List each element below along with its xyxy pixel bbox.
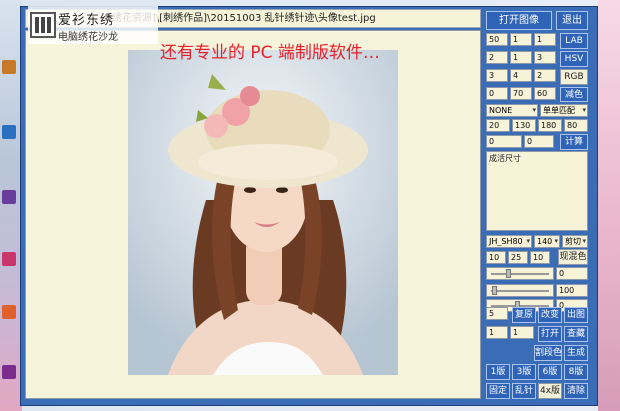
mixed-color-button[interactable]: 割段色	[534, 345, 562, 361]
portrait-photo	[128, 50, 398, 375]
grid-cell[interactable]: 0	[486, 87, 508, 100]
small-input-c[interactable]: 1	[510, 326, 534, 339]
desktop-left-strip	[0, 0, 22, 411]
logo-subtitle: 电脑绣花沙龙	[58, 32, 118, 43]
none-select-value: NONE	[489, 106, 513, 115]
zoom-button[interactable]: 4x版	[538, 383, 562, 399]
stitch-field[interactable]: 10	[486, 251, 506, 264]
desktop-app-icon[interactable]	[2, 190, 16, 204]
small-input-b[interactable]: 1	[486, 326, 508, 339]
grid-cell[interactable]: 1	[510, 51, 532, 64]
size-select[interactable]: 140 ▾	[534, 235, 560, 248]
desktop-app-icon[interactable]	[2, 305, 16, 319]
exit-button[interactable]: 退出	[556, 11, 588, 30]
font-select-value: JH_SH80	[489, 237, 523, 246]
grid-cell[interactable]: 2	[486, 51, 508, 64]
open-image-button[interactable]: 打开图像	[486, 11, 552, 30]
version-3-button[interactable]: 3版	[512, 364, 536, 380]
random-stitch-button[interactable]: 乱针	[512, 383, 536, 399]
open-button[interactable]: 打开	[538, 326, 562, 342]
chevron-down-icon: ▾	[582, 237, 586, 245]
grid-cell[interactable]: 2	[534, 69, 556, 82]
modify-button[interactable]: 改变	[538, 307, 562, 323]
mode-select[interactable]: 剪切 ▾	[562, 235, 588, 248]
slider-value[interactable]: 0	[556, 267, 588, 280]
save-button[interactable]: 查藏	[564, 326, 588, 342]
grid-cell[interactable]: 70	[510, 87, 532, 100]
hsv-button[interactable]: HSV	[560, 51, 588, 67]
logo-mark-icon	[30, 12, 56, 38]
calculate-button[interactable]: 计算	[560, 134, 588, 150]
version-8-button[interactable]: 8版	[564, 364, 588, 380]
grid-cell[interactable]: 4	[510, 69, 532, 82]
slider-track	[491, 289, 549, 292]
version-6-button[interactable]: 6版	[538, 364, 562, 380]
slider-thumb[interactable]	[491, 286, 497, 295]
stitch-field[interactable]: 10	[530, 251, 550, 264]
param-field[interactable]: 80	[564, 119, 588, 132]
show-color-button[interactable]: 现混色	[558, 249, 588, 265]
small-input-a[interactable]: 5	[486, 307, 508, 320]
version-1-button[interactable]: 1版	[486, 364, 510, 380]
slider-value[interactable]: 100	[556, 284, 588, 297]
desktop-app-icon[interactable]	[2, 60, 16, 74]
desktop-app-icon[interactable]	[2, 125, 16, 139]
rgb-button[interactable]: RGB	[560, 69, 588, 85]
param-field[interactable]: 130	[512, 119, 536, 132]
font-select[interactable]: JH_SH80 ▾	[486, 235, 532, 248]
match-select[interactable]: 单单匹配 ▾	[540, 104, 588, 117]
stitch-field[interactable]: 25	[508, 251, 528, 264]
match-select-value: 单单匹配	[543, 106, 575, 115]
size-select-value: 140	[537, 237, 553, 246]
chevron-down-icon: ▾	[554, 237, 558, 245]
grid-cell[interactable]: 3	[486, 69, 508, 82]
grid-cell[interactable]: 1	[534, 33, 556, 46]
param-field[interactable]: 0	[486, 135, 522, 148]
mode-select-value: 剪切	[565, 237, 581, 246]
param-field[interactable]: 20	[486, 119, 510, 132]
generate-button[interactable]: 生成	[564, 345, 588, 361]
portrait-illustration	[128, 50, 398, 375]
promo-banner-text: 还有专业的 PC 端制版软件…	[160, 43, 380, 63]
slider[interactable]	[486, 267, 554, 280]
slider-thumb[interactable]	[506, 269, 512, 278]
finished-size-label: 成活尺寸	[489, 154, 521, 163]
logo-title: 爱衫东绣	[58, 13, 115, 28]
slider-track	[491, 272, 549, 275]
clear-button[interactable]: 清除	[564, 383, 588, 399]
slider[interactable]	[486, 284, 554, 297]
grid-cell[interactable]: 50	[486, 33, 508, 46]
reduce-color-button[interactable]: 减色	[560, 87, 588, 102]
grid-cell[interactable]: 1	[510, 33, 532, 46]
lab-button[interactable]: LAB	[560, 33, 588, 49]
chevron-down-icon: ▾	[526, 237, 530, 245]
param-field[interactable]: 180	[538, 119, 562, 132]
fixed-button[interactable]: 固定	[486, 383, 510, 399]
desktop-right-strip	[598, 0, 620, 411]
none-select[interactable]: NONE ▾	[486, 104, 538, 117]
control-panel: 打开图像 退出 50 1 1 2 1 3 3 4 2 0 70 60 LAB H…	[484, 9, 590, 403]
desktop-app-icon[interactable]	[2, 365, 16, 379]
grid-cell[interactable]: 60	[534, 87, 556, 100]
desktop-app-icon[interactable]	[2, 252, 16, 266]
chevron-down-icon: ▾	[582, 106, 586, 114]
logo-watermark: 爱衫东绣 电脑绣花沙龙	[28, 6, 158, 44]
output-button[interactable]: 出图	[564, 307, 588, 323]
recover-button[interactable]: 复原	[512, 307, 536, 323]
finished-size-area: 成活尺寸	[486, 151, 588, 231]
grid-cell[interactable]: 3	[534, 51, 556, 64]
chevron-down-icon: ▾	[532, 106, 536, 114]
param-field[interactable]: 0	[524, 135, 554, 148]
